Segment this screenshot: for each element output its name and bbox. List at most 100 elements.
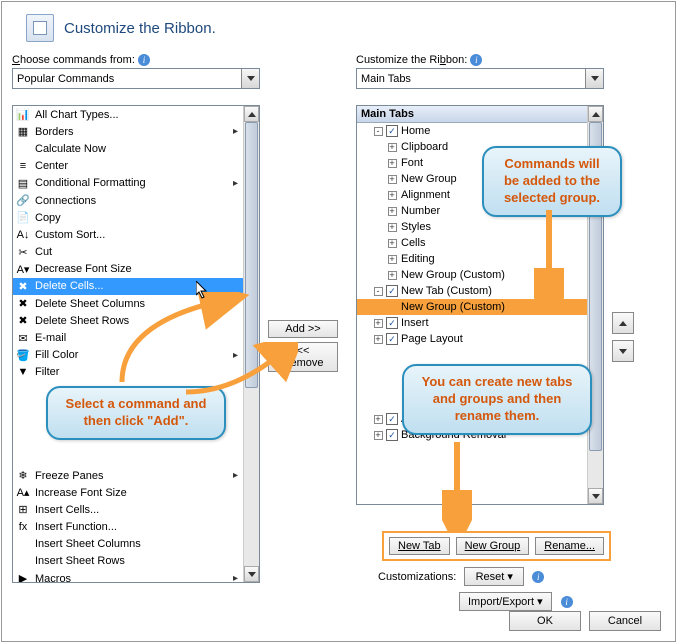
command-item[interactable]: Insert Sheet Rows <box>13 553 243 570</box>
chevron-down-icon[interactable] <box>241 69 259 88</box>
command-item[interactable]: Calculate Now <box>13 140 243 157</box>
checkbox[interactable]: ✓ <box>386 125 398 137</box>
tree-label: Number <box>399 205 440 217</box>
command-icon: ▶ <box>15 571 31 582</box>
expand-icon[interactable]: + <box>388 255 397 264</box>
command-item[interactable]: ✖Delete Sheet Rows <box>13 312 243 329</box>
checkbox[interactable]: ✓ <box>386 413 398 425</box>
collapse-icon[interactable]: - <box>374 287 383 296</box>
command-item[interactable] <box>13 450 243 467</box>
command-item[interactable]: ▶Macros▸ <box>13 570 243 582</box>
command-item[interactable]: ▤Conditional Formatting▸ <box>13 175 243 192</box>
reset-button[interactable]: Reset ▾ <box>464 567 524 586</box>
command-item[interactable]: ✖Delete Cells... <box>13 278 243 295</box>
checkbox[interactable]: ✓ <box>386 285 398 297</box>
rename-button[interactable]: Rename... <box>535 537 604 555</box>
scroll-up-icon[interactable] <box>588 106 603 122</box>
choose-commands-combo[interactable]: Popular Commands <box>12 68 260 89</box>
command-item[interactable]: 📄Copy <box>13 209 243 226</box>
submenu-icon: ▸ <box>233 350 243 361</box>
command-item[interactable]: 🪣Fill Color▸ <box>13 347 243 364</box>
command-item[interactable]: ▼Filter <box>13 364 243 381</box>
command-item[interactable]: A▴ Increase Font Size <box>13 484 243 501</box>
ok-button[interactable]: OK <box>509 611 581 631</box>
expand-icon[interactable]: + <box>388 159 397 168</box>
scroll-down-icon[interactable] <box>588 488 603 504</box>
command-item[interactable]: ▦Borders▸ <box>13 123 243 140</box>
info-icon[interactable]: i <box>532 571 544 583</box>
command-icon: ▦ <box>15 124 31 140</box>
customize-ribbon-dialog: Customize the Ribbon. Choose commands fr… <box>1 1 676 642</box>
add-button[interactable]: Add >> <box>268 320 338 338</box>
tree-row[interactable]: New Group (Custom) <box>357 299 587 315</box>
command-icon <box>15 399 31 415</box>
tree-row[interactable]: +New Group (Custom) <box>357 267 587 283</box>
expand-icon[interactable]: + <box>388 239 397 248</box>
expand-icon[interactable]: + <box>388 191 397 200</box>
command-item[interactable]: ⊞Insert Cells... <box>13 501 243 518</box>
tree-row[interactable]: +✓Page Layout <box>357 331 587 347</box>
new-group-button[interactable]: New Group <box>456 537 530 555</box>
callout-create-tabs: You can create new tabs and groups and t… <box>402 364 592 435</box>
tree-row[interactable] <box>357 347 587 363</box>
command-item[interactable]: ✉E-mail <box>13 329 243 346</box>
scroll-up-icon[interactable] <box>244 106 259 122</box>
tree-row[interactable]: +✓Insert <box>357 315 587 331</box>
tree-label: Alignment <box>399 189 450 201</box>
tree-row[interactable]: +Cells <box>357 235 587 251</box>
customize-ribbon-label: Customize the Ribbon: i <box>356 54 604 66</box>
chevron-down-icon[interactable] <box>585 69 603 88</box>
command-item[interactable]: ❄Freeze Panes▸ <box>13 467 243 484</box>
command-item[interactable]: Insert Sheet Columns <box>13 536 243 553</box>
info-icon[interactable]: i <box>561 596 573 608</box>
tree-row[interactable]: +Editing <box>357 251 587 267</box>
submenu-icon: ▸ <box>233 126 243 137</box>
scrollbar[interactable] <box>243 106 259 582</box>
command-item[interactable]: 📊All Chart Types... <box>13 106 243 123</box>
expand-icon[interactable]: + <box>388 143 397 152</box>
tree-row[interactable]: +Styles <box>357 219 587 235</box>
checkbox[interactable]: ✓ <box>386 429 398 441</box>
command-item[interactable]: fxInsert Function... <box>13 519 243 536</box>
command-item[interactable]: 🔗Connections <box>13 192 243 209</box>
tree-label: New Group (Custom) <box>399 269 505 281</box>
info-icon[interactable]: i <box>138 54 150 66</box>
command-item[interactable]: A▾Decrease Font Size <box>13 261 243 278</box>
expand-icon[interactable]: + <box>388 175 397 184</box>
command-label: Custom Sort... <box>35 229 105 241</box>
command-item[interactable]: ≡Center <box>13 158 243 175</box>
expand-icon[interactable]: + <box>388 223 397 232</box>
move-up-button[interactable] <box>612 312 634 334</box>
command-icon: A▴ <box>15 485 31 501</box>
import-export-row: Import/Export ▾ i <box>459 592 573 611</box>
new-tab-button[interactable]: New Tab <box>389 537 450 555</box>
command-item[interactable]: ✖Delete Sheet Columns <box>13 295 243 312</box>
tree-label: Home <box>399 125 430 137</box>
transfer-buttons: Add >> << Remove <box>268 50 348 583</box>
tree-row[interactable]: -✓New Tab (Custom) <box>357 283 587 299</box>
command-item[interactable]: A↓Custom Sort... <box>13 226 243 243</box>
tree-row[interactable]: -✓Home <box>357 123 587 139</box>
commands-listbox[interactable]: 📊All Chart Types...▦Borders▸Calculate No… <box>12 105 260 583</box>
expand-icon[interactable]: + <box>374 431 383 440</box>
cancel-button[interactable]: Cancel <box>589 611 661 631</box>
command-label: Increase Font Size <box>35 487 127 499</box>
scroll-down-icon[interactable] <box>244 566 259 582</box>
expand-icon[interactable]: + <box>388 271 397 280</box>
expand-icon[interactable]: + <box>388 207 397 216</box>
expand-icon[interactable]: + <box>374 415 383 424</box>
move-down-button[interactable] <box>612 340 634 362</box>
submenu-icon: ▸ <box>233 470 243 481</box>
expand-icon[interactable]: + <box>374 319 383 328</box>
command-icon <box>15 536 31 552</box>
expand-icon[interactable]: + <box>374 335 383 344</box>
checkbox[interactable]: ✓ <box>386 317 398 329</box>
customize-ribbon-combo[interactable]: Main Tabs <box>356 68 604 89</box>
command-icon: ✖ <box>15 296 31 312</box>
import-export-button[interactable]: Import/Export ▾ <box>459 592 552 611</box>
info-icon[interactable]: i <box>470 54 482 66</box>
checkbox[interactable]: ✓ <box>386 333 398 345</box>
collapse-icon[interactable]: - <box>374 127 383 136</box>
command-item[interactable]: ✂Cut <box>13 244 243 261</box>
remove-button[interactable]: << Remove <box>268 342 338 372</box>
